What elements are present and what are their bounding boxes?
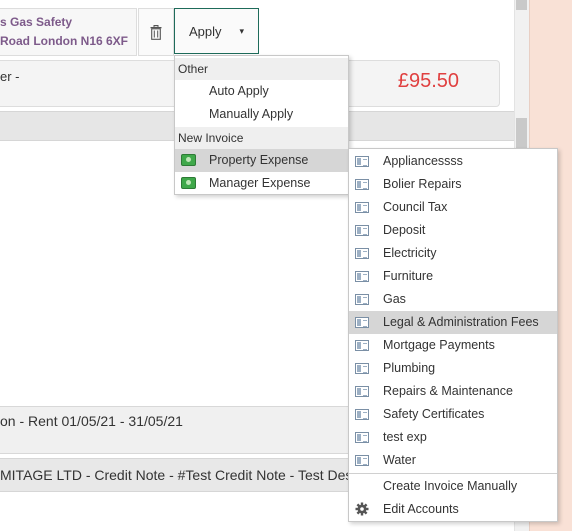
ledger-icon [355,317,369,328]
property-title: s Gas Safety [0,15,73,29]
chevron-down-icon: ▾ [239,25,245,36]
menu-item-expense-category[interactable]: Water [349,449,557,472]
amount-label: er - [0,69,20,84]
menu-item-expense-category[interactable]: Deposit [349,219,557,242]
ledger-icon [355,156,369,167]
delete-button[interactable] [138,8,174,56]
gear-icon [355,502,369,516]
ledger-icon [355,248,369,259]
menu-item-label: Bolier Repairs [383,177,462,191]
menu-item-expense-category[interactable]: Safety Certificates [349,403,557,426]
menu-item-label: test exp [383,430,427,444]
menu-item-expense-category[interactable]: Council Tax [349,196,557,219]
menu-item-label: Plumbing [383,361,436,375]
ledger-icon [355,455,369,466]
menu-item-label: Property Expense [209,153,309,167]
property-address: Road London N16 6XF [0,34,129,48]
ledger-icon [355,386,369,397]
menu-item-label: Furniture [383,269,434,283]
menu-item-manually-apply[interactable]: Manually Apply [175,103,348,126]
apply-dropdown-menu: Other Auto Apply Manually Apply New Invo… [174,55,349,195]
amount-value: £95.50 [397,70,459,92]
menu-item-expense-category[interactable]: Repairs & Maintenance [349,380,557,403]
menu-item-expense-category[interactable]: test exp [349,426,557,449]
ledger-icon [355,432,369,443]
transaction-row-text: MITAGE LTD - Credit Note - #Test Credit … [0,467,365,483]
menu-item-label: Edit Accounts [383,502,459,516]
ledger-icon [355,363,369,374]
menu-item-label: Legal & Administration Fees [383,315,539,329]
scrollbar-thumb-top[interactable] [516,0,527,10]
menu-item-label: Council Tax [383,200,448,214]
property-card: s Gas Safety Road London N16 6XF [0,8,137,56]
menu-item-label: Deposit [383,223,426,237]
menu-item-edit-accounts[interactable]: Edit Accounts [349,498,557,521]
menu-header-new-invoice: New Invoice [175,127,348,149]
ledger-icon [355,225,369,236]
menu-item-label: Repairs & Maintenance [383,384,513,398]
menu-item-create-invoice-manually[interactable]: Create Invoice Manually [349,475,557,498]
ledger-icon [355,294,369,305]
menu-item-expense-category[interactable]: Appliancessss [349,150,557,173]
ledger-icon [355,271,369,282]
menu-item-label: Electricity [383,246,437,260]
menu-item-label: Appliancessss [383,154,463,168]
expense-category-submenu: Appliancessss Bolier Repairs Council Tax De… [348,148,558,522]
ledger-icon [355,179,369,190]
menu-item-label: Manager Expense [209,176,311,190]
menu-item-label: Gas [383,292,406,306]
menu-item-expense-category[interactable]: Bolier Repairs [349,173,557,196]
menu-item-label: Water [383,453,416,467]
ledger-icon [355,202,369,213]
menu-item-expense-category[interactable]: Furniture [349,265,557,288]
menu-header-other: Other [175,58,348,80]
menu-item-expense-category[interactable]: Legal & Administration Fees [349,311,557,334]
menu-item-expense-category[interactable]: Plumbing [349,357,557,380]
ledger-icon [355,409,369,420]
transaction-row-text: on - Rent 01/05/21 - 31/05/21 [0,413,183,429]
menu-item-manager-expense[interactable]: Manager Expense [175,172,348,195]
menu-item-property-expense[interactable]: Property Expense [175,149,348,172]
money-icon [181,177,196,189]
money-icon [181,154,196,166]
menu-separator [349,473,557,474]
menu-item-label: Mortgage Payments [383,338,495,352]
apply-button-label: Apply [188,23,222,39]
apply-button[interactable]: Apply ▾ [174,8,259,54]
menu-item-label: Manually Apply [209,107,294,121]
menu-item-auto-apply[interactable]: Auto Apply [175,80,348,103]
menu-item-expense-category[interactable]: Electricity [349,242,557,265]
menu-item-label: Auto Apply [209,84,269,98]
menu-item-label: Safety Certificates [383,407,485,421]
trash-icon [150,24,162,40]
menu-item-expense-category[interactable]: Gas [349,288,557,311]
menu-item-expense-category[interactable]: Mortgage Payments [349,334,557,357]
menu-item-label: Create Invoice Manually [383,479,518,493]
ledger-icon [355,340,369,351]
